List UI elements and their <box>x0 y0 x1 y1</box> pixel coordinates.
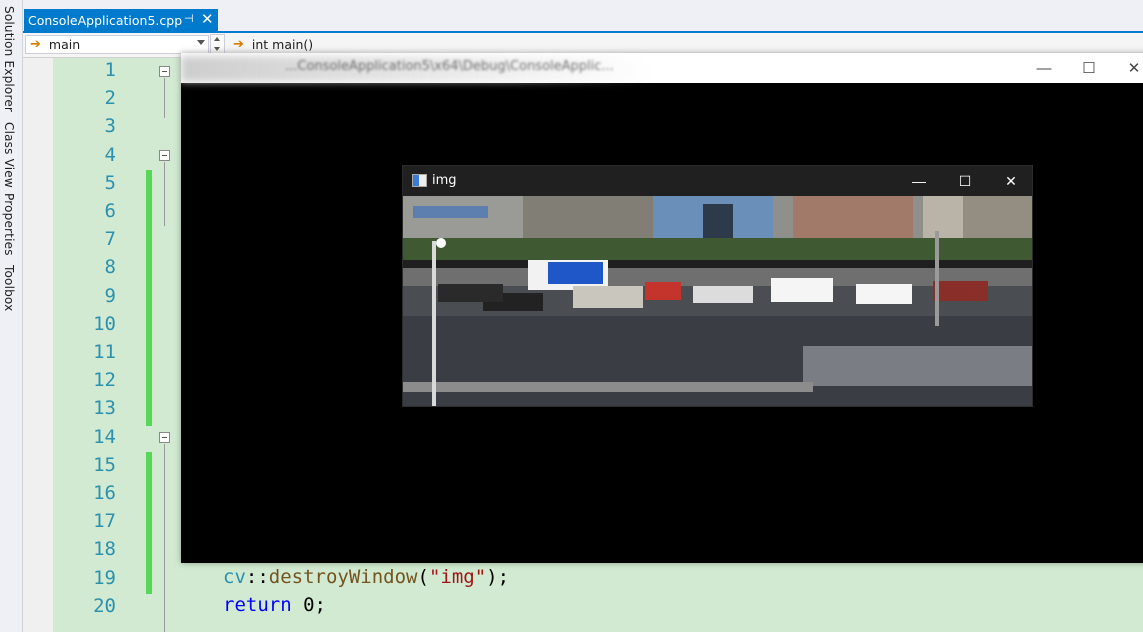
line-number: 19 <box>93 566 116 589</box>
line-number: 18 <box>93 538 116 561</box>
code-line-19: cv::destroyWindow("img"); <box>223 566 510 588</box>
tool-strip: Solution Explorer Class View Properties … <box>0 0 23 632</box>
img-window-title: img <box>432 173 457 188</box>
down-arrow-icon <box>214 47 220 51</box>
close-tab-icon[interactable]: ✕ <box>201 10 214 28</box>
toolbox-tab[interactable]: Toolbox <box>2 265 16 311</box>
line-number: 9 <box>104 284 116 307</box>
close-button[interactable]: ✕ <box>988 166 1034 196</box>
member-value: int main() <box>251 37 314 52</box>
line-number: 10 <box>93 312 116 335</box>
close-button[interactable]: ✕ <box>1111 53 1143 83</box>
nav-spinner[interactable] <box>210 34 225 55</box>
img-window[interactable]: img — ☐ ✕ <box>402 165 1033 407</box>
pin-icon[interactable]: ⊣ <box>184 12 194 25</box>
line-number: 2 <box>104 87 116 110</box>
up-arrow-icon <box>214 37 220 41</box>
line-number: 11 <box>93 341 116 363</box>
maximize-button[interactable]: ☐ <box>1066 53 1112 83</box>
changed-lines-bar <box>146 170 152 426</box>
line-number: 16 <box>93 482 116 504</box>
street-photo <box>403 196 1032 406</box>
collapse-icon[interactable] <box>159 432 170 443</box>
window-icon <box>412 174 427 187</box>
line-number: 4 <box>104 143 116 166</box>
minimize-button[interactable]: — <box>1021 53 1067 83</box>
console-path: ...ConsoleApplication5\x64\Debug\Console… <box>285 59 614 74</box>
solution-explorer-tab[interactable]: Solution Explorer <box>2 6 16 112</box>
line-number: 5 <box>104 171 116 194</box>
line-number: 13 <box>93 397 116 420</box>
maximize-button[interactable]: ☐ <box>942 166 988 196</box>
img-title-bar[interactable]: img — ☐ ✕ <box>403 166 1032 196</box>
line-number: 17 <box>93 510 116 533</box>
line-number: 7 <box>104 228 116 251</box>
arrow-right-icon: ➔ <box>233 37 244 52</box>
scope-dropdown[interactable]: ➔ main <box>25 35 209 54</box>
collapse-icon[interactable] <box>159 150 170 161</box>
minimize-button[interactable]: — <box>896 166 942 196</box>
chevron-down-icon <box>197 40 205 45</box>
tab-consoleapplication5[interactable]: ConsoleApplication5.cpp ⊣ ✕ <box>24 9 218 31</box>
line-number: 12 <box>93 369 116 392</box>
arrow-right-icon: ➔ <box>30 37 41 52</box>
tab-label: ConsoleApplication5.cpp <box>28 12 183 28</box>
line-number: 8 <box>104 256 116 279</box>
line-number: 3 <box>104 115 116 138</box>
member-dropdown[interactable]: ➔ int main() <box>229 35 1143 54</box>
changed-lines-bar <box>146 452 152 594</box>
code-line-20: return 0; <box>223 594 326 616</box>
document-tab-bar: ConsoleApplication5.cpp ⊣ ✕ <box>23 0 1143 32</box>
outline-line <box>164 78 165 118</box>
collapse-icon[interactable] <box>159 66 170 77</box>
line-number: 6 <box>104 200 116 222</box>
outline-line <box>164 162 165 226</box>
console-title-bar[interactable]: ...ConsoleApplication5\x64\Debug\Console… <box>181 53 1143 83</box>
line-number: 20 <box>93 594 116 617</box>
class-view-tab[interactable]: Class View <box>2 122 16 188</box>
scope-value: main <box>48 37 81 52</box>
line-number: 1 <box>104 59 116 81</box>
outline-line <box>164 444 165 632</box>
line-number: 15 <box>93 453 116 476</box>
line-number: 14 <box>93 425 116 448</box>
properties-tab[interactable]: Properties <box>2 193 16 256</box>
